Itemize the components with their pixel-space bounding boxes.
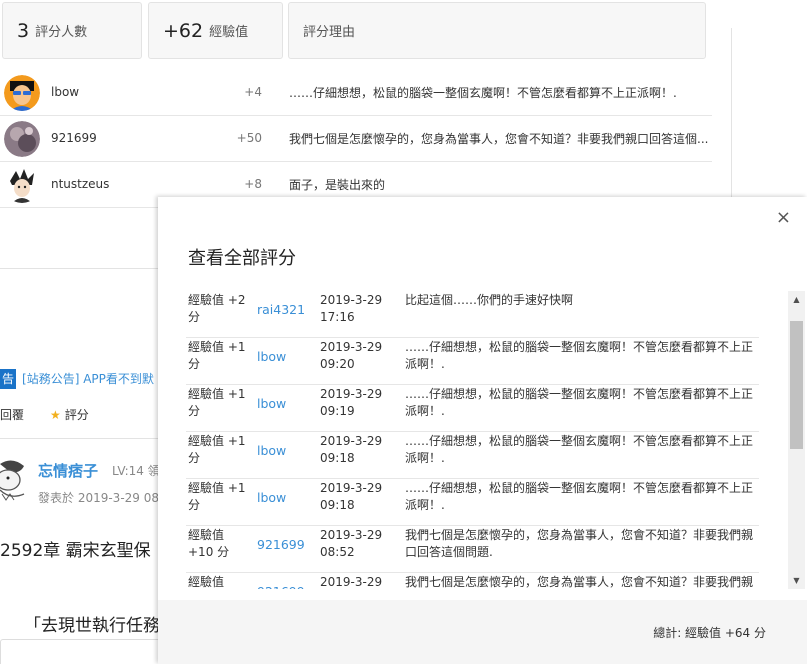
item-user[interactable]: lbow	[257, 489, 286, 506]
item-points: 經驗值	[188, 575, 225, 589]
rating-user[interactable]: lbow	[51, 85, 79, 99]
item-reason: ……仔細想想，松鼠的腦袋一整個玄魔啊！不管怎麼看都算不上正派啊！.	[405, 481, 754, 512]
close-icon[interactable]: ×	[776, 207, 791, 228]
list-item: 經驗值 +1 分 lbow 2019-3-29 09:18 ……仔細想想，松鼠的…	[186, 432, 759, 479]
rating-points: +50	[236, 131, 262, 145]
exp-total: +62	[163, 19, 204, 42]
rating-user[interactable]: 921699	[51, 131, 97, 145]
reason-header-box: 評分理由	[288, 2, 706, 59]
item-time: 2019-3-29 17:16	[320, 293, 383, 324]
list-item: 經驗值 +1 分 lbow 2019-3-29 09:20 ……仔細想想，松鼠的…	[186, 338, 759, 385]
rater-count: 3	[17, 19, 30, 42]
rating-row: lbow +4 ……仔細想想，松鼠的腦袋一整個玄魔啊！不管怎麼看都算不上正派啊！…	[0, 70, 712, 116]
item-reason: ……仔細想想，松鼠的腦袋一整個玄魔啊！不管怎麼看都算不上正派啊！.	[405, 387, 754, 418]
post-date: 發表於 2019-3-29 08	[38, 491, 160, 505]
rating-reason: 面子，是裝出來的	[289, 178, 386, 192]
dialog-footer: 總計: 經驗值 +64 分	[158, 600, 807, 664]
item-points: 經驗值 +1 分	[188, 340, 246, 371]
item-reason: ……仔細想想，松鼠的腦袋一整個玄魔啊！不管怎麼看都算不上正派啊！.	[405, 340, 754, 371]
item-time: 2019-3-29 08:52	[320, 528, 383, 559]
post-actions: 回覆 ★ 評分	[0, 406, 89, 423]
avatar[interactable]	[4, 75, 40, 111]
rating-row: 921699 +50 我們七個是怎麼懷孕的，您身為當事人，您會不知道？非要我們親…	[0, 116, 712, 162]
item-time: 2019-3-29 09:19	[320, 387, 383, 418]
exp-total-box: +62 經驗值	[148, 2, 283, 59]
item-user[interactable]: 921699	[257, 583, 305, 589]
item-time: 2019-3-29 09:18	[320, 481, 383, 512]
announcement-link[interactable]: [站務公告] APP看不到默	[22, 372, 154, 386]
item-user[interactable]: lbow	[257, 348, 286, 365]
post-body: 「去現世執行任務	[24, 616, 160, 636]
page: 3 評分人數 +62 經驗值 評分理由 lbow +4 ……仔細想想，松鼠的腦袋…	[0, 0, 807, 664]
star-icon: ★	[50, 408, 61, 422]
avatar[interactable]	[4, 167, 40, 203]
all-ratings-dialog: × 查看全部評分 經驗值 +2 分 rai4321 2019-3-29 17:1…	[158, 197, 807, 664]
scroll-down-icon[interactable]: ▼	[788, 572, 805, 589]
reply-button[interactable]: 回覆	[0, 408, 24, 422]
item-reason: 我們七個是怎麼懷孕的，您身為當事人，您會不知道？非要我們親口回答這個問題.	[405, 528, 754, 559]
item-points: 經驗值 +1 分	[188, 434, 246, 465]
list-item: 經驗值 +1 分 lbow 2019-3-29 09:18 ……仔細想想，松鼠的…	[186, 479, 759, 526]
total-points: 總計: 經驗值 +64 分	[653, 626, 766, 640]
scroll-up-icon[interactable]: ▲	[788, 291, 805, 308]
rater-count-label: 評分人數	[35, 25, 88, 40]
divider	[0, 438, 160, 439]
rater-count-box: 3 評分人數	[2, 2, 142, 59]
list-item: 經驗值 +1 分 lbow 2019-3-29 09:19 ……仔細想想，松鼠的…	[186, 385, 759, 432]
item-user[interactable]: 921699	[257, 536, 305, 553]
item-reason: 比起這個……你們的手速好快啊	[405, 293, 574, 307]
rating-points: +8	[244, 177, 262, 191]
poster-level: LV:14 領	[112, 464, 160, 478]
scrollbar-thumb[interactable]	[790, 321, 803, 449]
list-item: 經驗值 +10 分 921699 2019-3-29 08:52 我們七個是怎麼…	[186, 526, 759, 573]
item-user[interactable]: lbow	[257, 395, 286, 412]
item-user[interactable]: rai4321	[257, 301, 305, 318]
chapter-title: 2592章 霸宋玄聖保	[0, 541, 151, 561]
item-points: 經驗值 +10 分	[188, 528, 230, 559]
item-points: 經驗值 +1 分	[188, 387, 246, 418]
rate-button[interactable]: 評分	[65, 408, 89, 422]
dialog-title: 查看全部評分	[188, 248, 296, 269]
reason-header: 評分理由	[303, 25, 356, 40]
exp-total-label: 經驗值	[209, 25, 249, 40]
divider	[0, 268, 160, 269]
announcement: 告 [站務公告] APP看不到默	[0, 369, 154, 389]
announcement-tag: 告	[0, 369, 17, 389]
list-item: 經驗值 921699 2019-3-29 我們七個是怎麼懷孕的，您身為當事人，您…	[186, 573, 759, 589]
item-points: 經驗值 +1 分	[188, 481, 246, 512]
scrollbar[interactable]: ▲ ▼	[788, 291, 805, 589]
rating-reason: 我們七個是怎麼懷孕的，您身為當事人，您會不知道？非要我們親口回答這個...	[289, 132, 709, 146]
item-points: 經驗值 +2 分	[188, 293, 246, 324]
divider	[731, 28, 732, 208]
rating-reason: ……仔細想想，松鼠的腦袋一整個玄魔啊！不管怎麼看都算不上正派啊！.	[289, 86, 677, 100]
rating-user[interactable]: ntustzeus	[51, 177, 109, 191]
rating-list: 經驗值 +2 分 rai4321 2019-3-29 17:16 比起這個……你…	[158, 291, 807, 589]
item-reason: ……仔細想想，松鼠的腦袋一整個玄魔啊！不管怎麼看都算不上正派啊！.	[405, 434, 754, 465]
item-time: 2019-3-29 09:20	[320, 340, 383, 371]
item-time: 2019-3-29 09:18	[320, 434, 383, 465]
item-time: 2019-3-29	[320, 575, 383, 589]
rating-points: +4	[244, 85, 262, 99]
poster-name[interactable]: 忘情痞子	[38, 460, 98, 481]
list-item: 經驗值 +2 分 rai4321 2019-3-29 17:16 比起這個……你…	[186, 291, 759, 338]
item-reason: 我們七個是怎麼懷孕的，您身為當事人，您會不知道？非要我們親	[405, 575, 754, 589]
avatar[interactable]	[4, 121, 40, 157]
poster-avatar[interactable]	[0, 456, 28, 502]
item-user[interactable]: lbow	[257, 442, 286, 459]
